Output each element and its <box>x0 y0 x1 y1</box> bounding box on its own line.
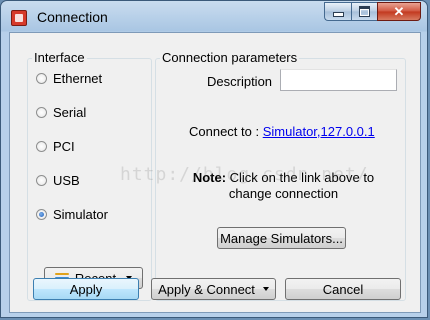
radio-simulator-label: Simulator <box>53 207 108 222</box>
note-body: Click on the link above to change connec… <box>226 170 375 201</box>
interface-group: Interface Ethernet Serial PCI USB Simula… <box>27 50 152 301</box>
close-icon: ✕ <box>393 3 405 19</box>
radio-pci[interactable]: PCI <box>36 139 75 154</box>
manage-simulators-button[interactable]: Manage Simulators... <box>217 227 346 249</box>
radio-serial-label: Serial <box>53 105 87 120</box>
radio-ethernet-label: Ethernet <box>53 71 103 86</box>
caption-buttons: ✕ <box>324 2 421 22</box>
radio-simulator-indicator[interactable] <box>36 209 47 220</box>
connection-parameters-legend: Connection parameters <box>160 50 300 65</box>
maximize-icon <box>359 6 370 17</box>
manage-simulators-label: Manage Simulators... <box>220 230 343 246</box>
radio-simulator[interactable]: Simulator <box>36 207 108 222</box>
radio-serial-indicator[interactable] <box>36 107 47 118</box>
radio-usb-label: USB <box>53 173 80 188</box>
chevron-down-icon <box>262 287 269 291</box>
cancel-button[interactable]: Cancel <box>285 278 401 300</box>
radio-ethernet-indicator[interactable] <box>36 73 47 84</box>
radio-usb-indicator[interactable] <box>36 175 47 186</box>
note-label: Note: <box>192 170 227 185</box>
app-icon <box>11 10 27 26</box>
connect-to-link[interactable]: Simulator,127.0.0.1 <box>263 124 375 139</box>
radio-usb[interactable]: USB <box>36 173 80 188</box>
maximize-button[interactable] <box>351 2 377 21</box>
title-bar[interactable]: Connection ✕ <box>1 1 427 33</box>
radio-serial[interactable]: Serial <box>36 105 86 120</box>
apply-connect-button-label: Apply & Connect <box>158 281 255 297</box>
dialog-client-area: Interface Ethernet Serial PCI USB Simula… <box>9 32 421 313</box>
connection-parameters-group: Connection parameters Description Connec… <box>155 50 406 301</box>
description-input[interactable] <box>280 69 397 91</box>
radio-pci-label: PCI <box>53 139 75 154</box>
minimize-button[interactable] <box>324 2 351 21</box>
note-text: Note: Click on the link above to change … <box>176 170 391 202</box>
connect-to-label: Connect to : <box>189 124 263 139</box>
cancel-button-label: Cancel <box>322 281 364 297</box>
close-button[interactable]: ✕ <box>377 2 421 21</box>
radio-ethernet[interactable]: Ethernet <box>36 71 102 86</box>
radio-pci-indicator[interactable] <box>36 141 47 152</box>
apply-button[interactable]: Apply <box>33 278 139 300</box>
apply-connect-button[interactable]: Apply & Connect <box>151 278 276 300</box>
window-title: Connection <box>37 9 108 25</box>
connect-to-row: Connect to : Simulator,127.0.0.1 <box>189 124 375 139</box>
minimize-icon <box>332 12 344 17</box>
interface-legend: Interface <box>32 50 87 65</box>
apply-button-label: Apply <box>69 281 103 297</box>
connection-window: Connection ✕ Interface Ethernet Serial P… <box>0 0 428 318</box>
description-label: Description <box>207 74 273 89</box>
